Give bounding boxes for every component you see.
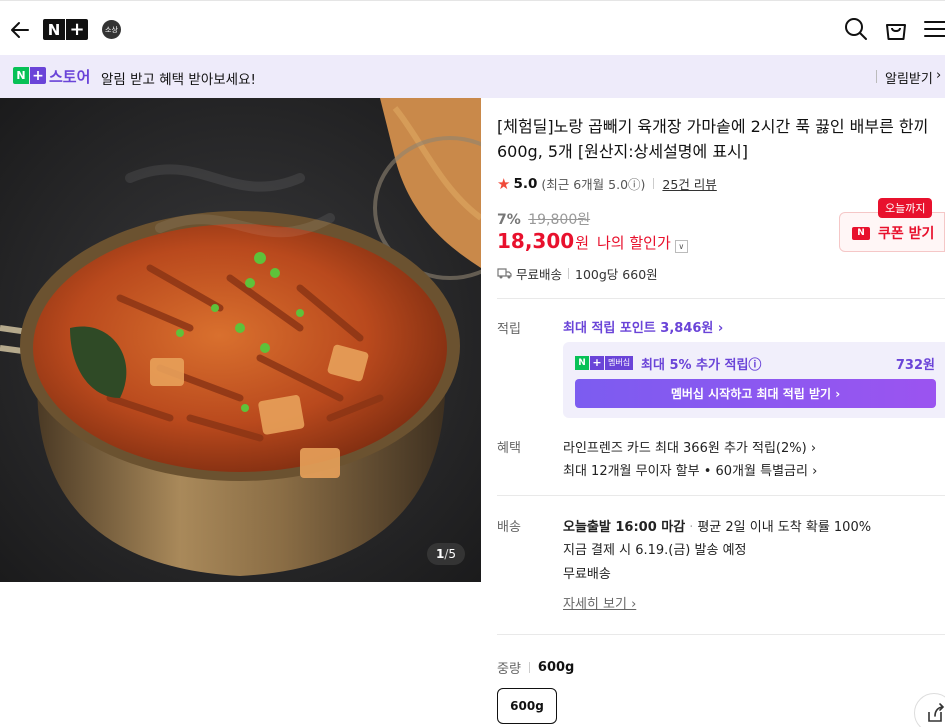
rating-row: ★ 5.0 (최근 6개월 5.0ⓘ) 25건 리뷰 (497, 174, 717, 193)
delivery-probability: 평균 2일 이내 도착 확률 100% (697, 520, 872, 535)
truck-icon (497, 268, 512, 279)
coupon-label: 쿠폰 받기 (878, 226, 935, 242)
shipping-divider (568, 268, 570, 279)
product-title: [체험딜]노랑 곱빼기 육개장 가마솥에 2시간 푹 끓인 배부른 한끼 600… (497, 117, 929, 161)
membership-badge-n: N (575, 356, 589, 370)
points-label: 적립 (497, 322, 521, 337)
notification-banner[interactable]: N + 스토어 알림 받고 혜택 받아보세요! 알림받기 › (0, 55, 945, 98)
arrow-left-icon[interactable] (8, 18, 32, 42)
option-600g-button[interactable]: 600g (497, 688, 557, 724)
sale-price: 18,300 (497, 229, 575, 253)
n-plus-logo[interactable]: N + (43, 19, 88, 40)
delivery-detail-link[interactable]: 자세히 보기 › (563, 593, 636, 612)
share-icon (928, 703, 945, 722)
membership-box: N + 멤버십 최대 5% 추가 적립ⓘ 732원 멤버십 시작하고 최대 적립… (563, 342, 945, 418)
counter-current: 1 (435, 547, 445, 561)
product-image[interactable] (0, 98, 481, 582)
coupon-n-icon: N (852, 227, 870, 240)
dispatch-date: 지금 결제 시 6.19.(금) 발송 예정 (563, 543, 747, 558)
delivery-fee: 무료배송 (563, 567, 611, 582)
max-points-link[interactable]: 최대 적립 포인트 3,846원 › (563, 317, 723, 336)
benefits-label: 혜택 (497, 441, 521, 456)
delivery-dot: · (689, 520, 694, 535)
free-shipping-label: 무료배송 (516, 267, 563, 282)
coupon-button[interactable]: 오늘까지 N 쿠폰 받기 (839, 198, 945, 252)
divider (497, 495, 945, 496)
membership-points-amount: 732원 (895, 358, 935, 373)
banner-message: 알림 받고 혜택 받아보세요! (101, 72, 256, 88)
search-icon[interactable] (843, 16, 869, 42)
badge-plus: + (30, 67, 46, 84)
review-count-link[interactable]: 25건 리뷰 (662, 174, 716, 193)
rating-recent[interactable]: (최근 6개월 5.0ⓘ) (541, 174, 645, 193)
rating-divider (653, 178, 655, 189)
yukgaejang-bowl-image (0, 98, 481, 582)
chevron-down-icon[interactable]: ∨ (674, 240, 688, 253)
benefit-card-points[interactable]: 라인프렌즈 카드 최대 366원 추가 적립(2%) › (563, 437, 816, 456)
price-unit: 원 (575, 234, 589, 252)
option-weight-row: 중량 600g (497, 658, 574, 677)
delivery-label: 배송 (497, 520, 521, 535)
price-row: 18,300 원 나의 할인가 ∨ (497, 229, 688, 253)
seller-seal-icon: 소상 (102, 20, 121, 39)
shopping-bag-icon[interactable] (883, 16, 909, 42)
delivery-deadline: 오늘출발 16:00 마감 (563, 520, 686, 535)
membership-extra-points[interactable]: 최대 5% 추가 적립ⓘ (641, 354, 761, 373)
counter-total: 5 (448, 547, 457, 561)
membership-badge: N + 멤버십 (575, 356, 634, 370)
image-counter: 1/5 (427, 543, 465, 565)
chevron-right-icon: › (936, 68, 942, 83)
unit-price: 100g당 660원 (575, 267, 658, 282)
divider (497, 298, 945, 299)
option-label: 중량 (497, 662, 521, 677)
share-button[interactable] (914, 693, 945, 727)
store-label: 스토어 (49, 68, 91, 86)
discount-row: 7% 19,800원 (497, 209, 590, 229)
membership-badge-text: 멤버십 (605, 356, 634, 370)
counter-separator: / (444, 547, 449, 561)
benefit-installment[interactable]: 최대 12개월 무이자 할부 • 60개월 특별금리 › (563, 460, 817, 479)
today-only-badge: 오늘까지 (878, 198, 933, 218)
shipping-summary: 무료배송 100g당 660원 (497, 264, 658, 283)
price-label: 나의 할인가 (597, 234, 671, 252)
banner-divider (876, 70, 877, 83)
star-icon: ★ (497, 174, 511, 193)
rating-score: 5.0 (513, 175, 538, 192)
badge-n: N (13, 67, 29, 84)
option-divider (528, 662, 530, 673)
original-price: 19,800원 (528, 212, 591, 228)
discount-rate: 7% (497, 212, 521, 228)
divider (497, 634, 945, 635)
alarm-button[interactable]: 알림받기 (885, 68, 933, 87)
logo-n: N (43, 19, 65, 40)
start-membership-button[interactable]: 멤버십 시작하고 최대 적립 받기 › (575, 379, 936, 408)
top-bar: N + 소상 (0, 0, 945, 54)
delivery-deadline-row: 오늘출발 16:00 마감 · 평균 2일 이내 도착 확률 100% (563, 516, 871, 535)
membership-badge-plus: + (590, 356, 604, 370)
option-selected-value: 600g (537, 660, 575, 675)
n-plus-badge: N + (13, 67, 46, 84)
menu-icon[interactable] (922, 16, 945, 42)
logo-plus: + (66, 19, 88, 40)
